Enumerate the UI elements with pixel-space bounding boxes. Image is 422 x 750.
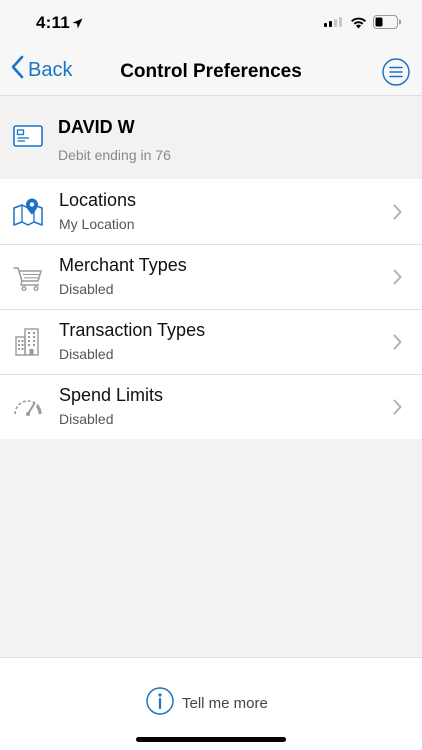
info-icon bbox=[146, 686, 174, 720]
preference-status: Disabled bbox=[59, 281, 114, 297]
hamburger-menu-icon bbox=[382, 58, 410, 86]
location-arrow-icon bbox=[72, 16, 83, 34]
preference-status: Disabled bbox=[59, 411, 114, 427]
card-subtitle: Debit ending in 76 bbox=[58, 147, 171, 163]
menu-button[interactable] bbox=[382, 58, 410, 86]
preference-title: Merchant Types bbox=[59, 255, 187, 275]
preference-title: Locations bbox=[59, 190, 137, 210]
cellular-signal-icon bbox=[324, 17, 342, 27]
preference-title: Transaction Types bbox=[59, 320, 206, 340]
preferences-list: Locations My Location Merchant Types Dis… bbox=[0, 179, 422, 439]
preference-title: Spend Limits bbox=[59, 385, 164, 405]
status-time: 4:11 bbox=[36, 13, 70, 32]
buildings-icon bbox=[13, 327, 43, 357]
battery-icon bbox=[373, 15, 402, 34]
chevron-right-icon bbox=[393, 204, 402, 225]
gauge-icon bbox=[13, 392, 43, 422]
footer: Tell me more bbox=[0, 657, 422, 750]
preference-item-locations[interactable]: Locations My Location bbox=[0, 179, 422, 244]
wifi-icon bbox=[350, 16, 367, 34]
preference-status: Disabled bbox=[59, 346, 114, 362]
cardholder-name: DAVID W bbox=[58, 117, 135, 137]
home-indicator bbox=[136, 737, 286, 742]
tell-me-more-label: Tell me more bbox=[182, 694, 268, 712]
cart-icon bbox=[13, 262, 43, 292]
debit-card-icon bbox=[13, 125, 43, 152]
preference-item-transaction-types[interactable]: Transaction Types Disabled bbox=[0, 309, 422, 374]
navigation-bar: Back Control Preferences bbox=[0, 44, 422, 96]
screen: 4:11 Back Control Preferences DAVID W De… bbox=[0, 0, 422, 750]
chevron-right-icon bbox=[393, 399, 402, 420]
status-bar: 4:11 bbox=[0, 0, 422, 44]
page-title: Control Preferences bbox=[120, 61, 302, 82]
preference-status: My Location bbox=[59, 216, 135, 232]
map-pin-icon bbox=[13, 197, 43, 227]
tell-me-more-button[interactable]: Tell me more bbox=[146, 686, 268, 720]
chevron-right-icon bbox=[393, 334, 402, 355]
preference-item-merchant-types[interactable]: Merchant Types Disabled bbox=[0, 244, 422, 309]
preference-item-spend-limits[interactable]: Spend Limits Disabled bbox=[0, 374, 422, 439]
card-header: DAVID W Debit ending in 76 bbox=[0, 97, 422, 179]
chevron-right-icon bbox=[393, 269, 402, 290]
